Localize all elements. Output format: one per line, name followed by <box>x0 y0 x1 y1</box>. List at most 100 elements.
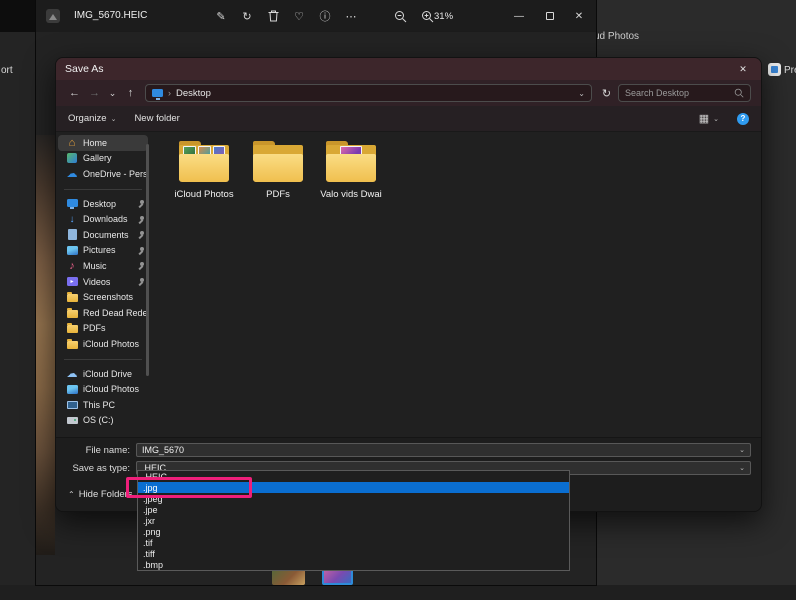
sidebar-item-videos[interactable]: ▸ Videos <box>56 274 150 290</box>
sidebar-scrollbar[interactable] <box>146 144 149 376</box>
chevron-down-icon: ⌄ <box>109 88 117 99</box>
organize-button[interactable]: Organize ⌄ <box>68 113 116 124</box>
backdrop-right-partial-text: Pre <box>784 65 796 76</box>
chevron-down-icon: ⌄ <box>111 115 117 123</box>
maximize-button[interactable] <box>539 6 561 26</box>
help-icon: ? <box>741 114 746 123</box>
type-option-jxr[interactable]: .jxr <box>138 515 569 526</box>
refresh-button[interactable]: ↻ <box>598 84 615 102</box>
sidebar-item-screenshots[interactable]: Screenshots <box>56 289 150 305</box>
breadcrumb[interactable]: Desktop <box>176 88 211 99</box>
zoom-out-icon <box>394 10 407 23</box>
folder-tile-valo-vids[interactable]: Valo vids Dwai <box>316 140 386 200</box>
type-option-tiff[interactable]: .tiff <box>138 548 569 559</box>
pictures-icon <box>67 246 78 255</box>
sidebar-item-pdfs[interactable]: PDFs <box>56 321 150 337</box>
sidebar-item-downloads[interactable]: ↓ Downloads <box>56 211 150 227</box>
chevron-down-icon: ⌄ <box>713 115 719 123</box>
sidebar-item-icloud-photos-2[interactable]: iCloud Photos <box>56 381 150 397</box>
sidebar-item-os-c[interactable]: OS (C:) <box>56 413 150 429</box>
file-name-label: File name: <box>66 445 130 456</box>
type-option-png[interactable]: .png <box>138 526 569 537</box>
help-button[interactable]: ? <box>737 113 749 125</box>
hide-folders-button[interactable]: ⌃ Hide Folders <box>68 489 133 500</box>
chevron-down-icon: ⌄ <box>739 446 745 454</box>
sidebar-item-icloud-drive[interactable]: ☁ iCloud Drive <box>56 366 150 382</box>
sidebar-item-home[interactable]: ⌂ Home <box>58 135 148 151</box>
search-icon <box>734 88 744 98</box>
drive-icon <box>67 417 78 424</box>
sidebar-item-gallery[interactable]: Gallery <box>56 151 150 167</box>
folder-tile-pdfs[interactable]: PDFs <box>243 140 313 200</box>
folder-tile-icloud-photos[interactable]: iCloud Photos <box>169 140 239 200</box>
dialog-body: ⌂ Home Gallery ☁ OneDrive - Persor Deskt… <box>56 132 761 437</box>
search-box[interactable] <box>618 84 751 102</box>
rotate-icon: ↻ <box>242 10 251 23</box>
more-icon: ⋯ <box>346 10 357 23</box>
file-name-combo[interactable]: IMG_5670 ⌄ <box>136 443 751 457</box>
desktop-icon <box>67 199 78 207</box>
backdrop-corner <box>0 0 36 32</box>
new-folder-button[interactable]: New folder <box>134 113 179 124</box>
edit-button[interactable]: ✎ <box>212 7 230 25</box>
folder-icon <box>251 140 305 184</box>
folder-icon <box>67 310 78 318</box>
maximize-icon <box>546 12 554 20</box>
downloads-icon: ↓ <box>66 213 78 225</box>
history-dropdown-button[interactable]: ⌄ <box>106 84 119 102</box>
close-icon: ✕ <box>739 64 747 75</box>
type-option-tif[interactable]: .tif <box>138 537 569 548</box>
screen: ort ud Photos Pre IMG_5670.HEIC ✎ ↻ ♡ ⓘ … <box>0 0 796 600</box>
home-icon: ⌂ <box>66 137 78 149</box>
backdrop-bottom-strip <box>0 585 796 600</box>
icloud-drive-icon: ☁ <box>66 368 78 380</box>
address-dropdown-icon[interactable]: ⌄ <box>578 89 585 98</box>
photo-preview-edge <box>36 135 55 555</box>
zoom-out-button[interactable] <box>391 7 409 25</box>
pin-icon <box>137 199 146 208</box>
more-options-button[interactable]: ⋯ <box>342 7 360 25</box>
type-option-bmp[interactable]: .bmp <box>138 559 569 570</box>
sidebar-item-desktop[interactable]: Desktop <box>56 196 150 212</box>
sidebar-item-icloud-photos[interactable]: iCloud Photos <box>56 336 150 352</box>
sidebar-item-this-pc[interactable]: This PC <box>56 397 150 413</box>
type-option-jpe[interactable]: .jpe <box>138 504 569 515</box>
annotation-highlight-jpg <box>126 477 252 498</box>
photos-app-icon <box>46 9 60 23</box>
up-button[interactable]: ↑ <box>122 84 139 102</box>
sidebar-item-pictures[interactable]: Pictures <box>56 243 150 259</box>
sidebar-item-music[interactable]: ♪ Music <box>56 258 150 274</box>
chevron-up-icon: ⌃ <box>68 490 75 499</box>
forward-button[interactable]: → <box>86 84 103 102</box>
dialog-title: Save As <box>65 63 104 75</box>
edit-icon: ✎ <box>216 10 225 23</box>
gallery-icon <box>67 153 77 163</box>
dialog-toolbar: Organize ⌄ New folder ▦ ⌄ ? <box>56 106 761 132</box>
back-icon: ← <box>69 87 80 99</box>
info-button[interactable]: ⓘ <box>316 7 334 25</box>
search-input[interactable] <box>625 88 734 98</box>
save-as-dialog: Save As ✕ ← → ⌄ ↑ › Desktop ⌄ ↻ Organize <box>55 57 762 512</box>
address-bar[interactable]: › Desktop ⌄ <box>145 84 592 102</box>
pin-icon <box>137 246 146 255</box>
delete-button[interactable] <box>264 7 282 25</box>
minimize-icon: — <box>514 11 524 22</box>
folder-icon <box>177 140 231 184</box>
back-button[interactable]: ← <box>66 84 83 102</box>
dialog-close-button[interactable]: ✕ <box>734 61 752 77</box>
view-options-button[interactable]: ▦ ⌄ <box>699 112 719 125</box>
sidebar-item-red-dead[interactable]: Red Dead Redem <box>56 305 150 321</box>
save-type-label: Save as type: <box>66 463 130 474</box>
minimize-button[interactable]: — <box>508 6 530 26</box>
sidebar-item-documents[interactable]: Documents <box>56 227 150 243</box>
backdrop-topright-partial-text: ud Photos <box>594 31 639 42</box>
pin-icon <box>137 261 146 270</box>
close-window-button[interactable]: ✕ <box>568 6 590 26</box>
zoom-level: 31% <box>434 11 453 22</box>
chevron-down-icon: ⌄ <box>739 464 745 472</box>
favorite-button[interactable]: ♡ <box>290 7 308 25</box>
rotate-button[interactable]: ↻ <box>238 7 256 25</box>
sidebar-item-onedrive[interactable]: ☁ OneDrive - Persor <box>56 166 150 182</box>
up-icon: ↑ <box>128 87 134 99</box>
new-folder-label: New folder <box>134 113 179 124</box>
